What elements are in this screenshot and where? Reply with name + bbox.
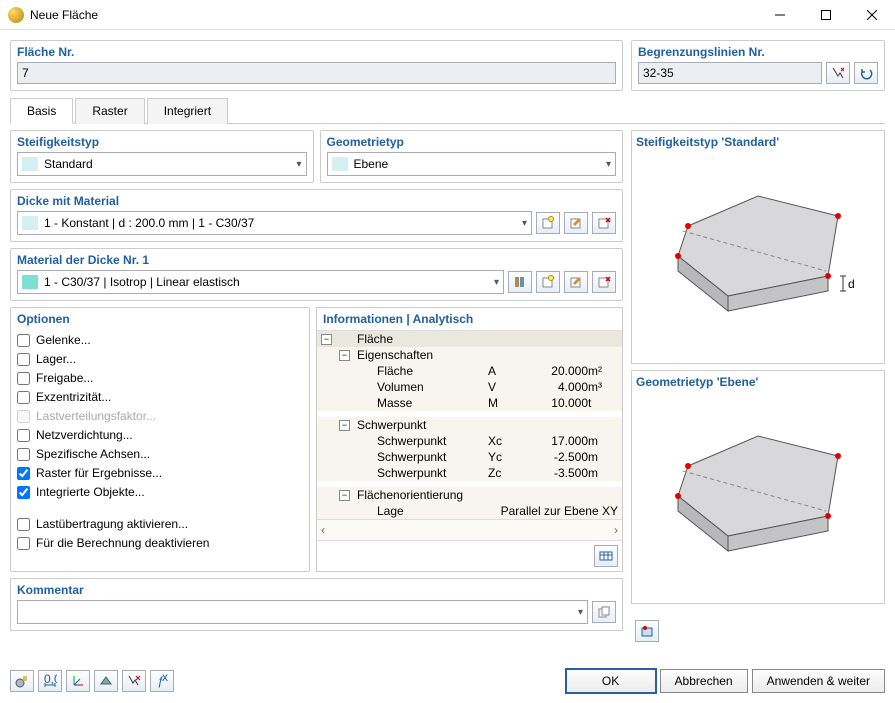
geometry-preview-icon bbox=[648, 416, 868, 576]
pick-lines-icon[interactable] bbox=[826, 62, 850, 84]
surface-no-label: Fläche Nr. bbox=[17, 45, 616, 59]
tree-toggle-icon[interactable]: − bbox=[339, 420, 350, 431]
chevron-down-icon: ▾ bbox=[522, 218, 527, 229]
tab-integriert[interactable]: Integriert bbox=[147, 98, 228, 124]
scroll-left-icon[interactable]: ‹ bbox=[321, 523, 325, 537]
clear-selection-icon[interactable] bbox=[122, 670, 146, 692]
material-dropdown[interactable]: 1 - C30/37 | Isotrop | Linear elastisch … bbox=[17, 270, 504, 294]
thickness-edit-icon[interactable] bbox=[564, 212, 588, 234]
chk-spezifische-achsen[interactable]: Spezifische Achsen... bbox=[17, 447, 303, 461]
material-edit-icon[interactable] bbox=[564, 271, 588, 293]
boundary-input[interactable] bbox=[638, 62, 822, 84]
info-header: Informationen | Analytisch bbox=[317, 308, 622, 330]
chevron-down-icon: ▾ bbox=[494, 277, 499, 288]
comment-label: Kommentar bbox=[17, 583, 616, 597]
thickness-label: Dicke mit Material bbox=[17, 194, 616, 208]
surface-no-group: Fläche Nr. bbox=[10, 40, 623, 91]
help-icon[interactable] bbox=[10, 670, 34, 692]
tree-toggle-icon[interactable]: − bbox=[339, 490, 350, 501]
chk-freigabe[interactable]: Freigabe... bbox=[17, 371, 303, 385]
cancel-button[interactable]: Abbrechen bbox=[660, 669, 748, 693]
geometry-label: Geometrietyp bbox=[327, 135, 617, 149]
chevron-down-icon: ▾ bbox=[578, 607, 583, 618]
material-panel: Material der Dicke Nr. 1 1 - C30/37 | Is… bbox=[10, 248, 623, 301]
scroll-right-icon[interactable]: › bbox=[614, 523, 618, 537]
info-panel: Informationen | Analytisch −Fläche −Eige… bbox=[316, 307, 623, 572]
chk-gelenke[interactable]: Gelenke... bbox=[17, 333, 303, 347]
svg-text:x: x bbox=[162, 674, 168, 684]
chk-lastuebertragung[interactable]: Lastübertragung aktivieren... bbox=[17, 517, 303, 531]
function-icon[interactable]: ƒx bbox=[150, 670, 174, 692]
window-title: Neue Fläche bbox=[30, 8, 757, 22]
chk-integrierte-objekte[interactable]: Integrierte Objekte... bbox=[17, 485, 303, 499]
close-button[interactable] bbox=[849, 0, 895, 30]
tree-toggle-icon[interactable]: − bbox=[339, 350, 350, 361]
chk-lastverteilung: Lastverteilungsfaktor... bbox=[17, 409, 303, 423]
undo-icon[interactable] bbox=[854, 62, 878, 84]
surface-no-input[interactable] bbox=[17, 62, 616, 84]
thickness-new-icon[interactable] bbox=[536, 212, 560, 234]
thickness-delete-icon[interactable] bbox=[592, 212, 616, 234]
stiffness-dropdown[interactable]: Standard ▾ bbox=[17, 152, 307, 176]
chevron-down-icon: ▾ bbox=[606, 159, 611, 170]
thickness-dropdown[interactable]: 1 - Konstant | d : 200.0 mm | 1 - C30/37… bbox=[17, 211, 532, 235]
material-new-icon[interactable] bbox=[536, 271, 560, 293]
comment-panel: Kommentar ▾ bbox=[10, 578, 623, 631]
stiffness-preview-icon: d bbox=[648, 176, 868, 336]
thickness-panel: Dicke mit Material 1 - Konstant | d : 20… bbox=[10, 189, 623, 242]
preview-stiffness-title: Steifigkeitstyp 'Standard' bbox=[636, 135, 880, 149]
preview-geometry: Geometrietyp 'Ebene' bbox=[631, 370, 885, 604]
axes-icon[interactable] bbox=[66, 670, 90, 692]
info-table-icon[interactable] bbox=[594, 545, 618, 567]
chk-deaktivieren[interactable]: Für die Berechnung deaktivieren bbox=[17, 536, 303, 550]
material-label: Material der Dicke Nr. 1 bbox=[17, 253, 616, 267]
chk-lager[interactable]: Lager... bbox=[17, 352, 303, 366]
render-icon[interactable] bbox=[94, 670, 118, 692]
tab-raster[interactable]: Raster bbox=[75, 98, 144, 124]
preview-extra-icon[interactable] bbox=[635, 620, 659, 642]
chk-raster-ergebnisse[interactable]: Raster für Ergebnisse... bbox=[17, 466, 303, 480]
titlebar: Neue Fläche bbox=[0, 0, 895, 30]
tabs: Basis Raster Integriert bbox=[10, 97, 885, 124]
options-panel: Optionen Gelenke... Lager... Freigabe...… bbox=[10, 307, 310, 572]
preview-geometry-title: Geometrietyp 'Ebene' bbox=[636, 375, 880, 389]
material-delete-icon[interactable] bbox=[592, 271, 616, 293]
boundary-label: Begrenzungslinien Nr. bbox=[638, 45, 878, 59]
comment-dropdown[interactable]: ▾ bbox=[17, 600, 588, 624]
comment-copy-icon[interactable] bbox=[592, 601, 616, 623]
chevron-down-icon: ▾ bbox=[296, 159, 301, 170]
options-label: Optionen bbox=[17, 312, 303, 326]
units-icon[interactable]: 0,00 bbox=[38, 670, 62, 692]
tree-toggle-icon[interactable]: − bbox=[321, 334, 332, 345]
minimize-button[interactable] bbox=[757, 0, 803, 30]
ok-button[interactable]: OK bbox=[566, 669, 656, 693]
geometry-dropdown[interactable]: Ebene ▾ bbox=[327, 152, 617, 176]
preview-stiffness: Steifigkeitstyp 'Standard' d bbox=[631, 130, 885, 364]
apply-continue-button[interactable]: Anwenden & weiter bbox=[752, 669, 885, 693]
boundary-group: Begrenzungslinien Nr. bbox=[631, 40, 885, 91]
tab-basis[interactable]: Basis bbox=[10, 98, 73, 124]
geometry-panel: Geometrietyp Ebene ▾ bbox=[320, 130, 624, 183]
maximize-button[interactable] bbox=[803, 0, 849, 30]
stiffness-label: Steifigkeitstyp bbox=[17, 135, 307, 149]
app-icon bbox=[8, 7, 24, 23]
chk-exzentrizitaet[interactable]: Exzentrizität... bbox=[17, 390, 303, 404]
button-bar: 0,00 ƒx OK Abbrechen Anwenden & weiter bbox=[10, 669, 885, 693]
svg-text:d: d bbox=[848, 277, 855, 291]
stiffness-panel: Steifigkeitstyp Standard ▾ bbox=[10, 130, 314, 183]
material-library-icon[interactable] bbox=[508, 271, 532, 293]
chk-netzverdichtung[interactable]: Netzverdichtung... bbox=[17, 428, 303, 442]
